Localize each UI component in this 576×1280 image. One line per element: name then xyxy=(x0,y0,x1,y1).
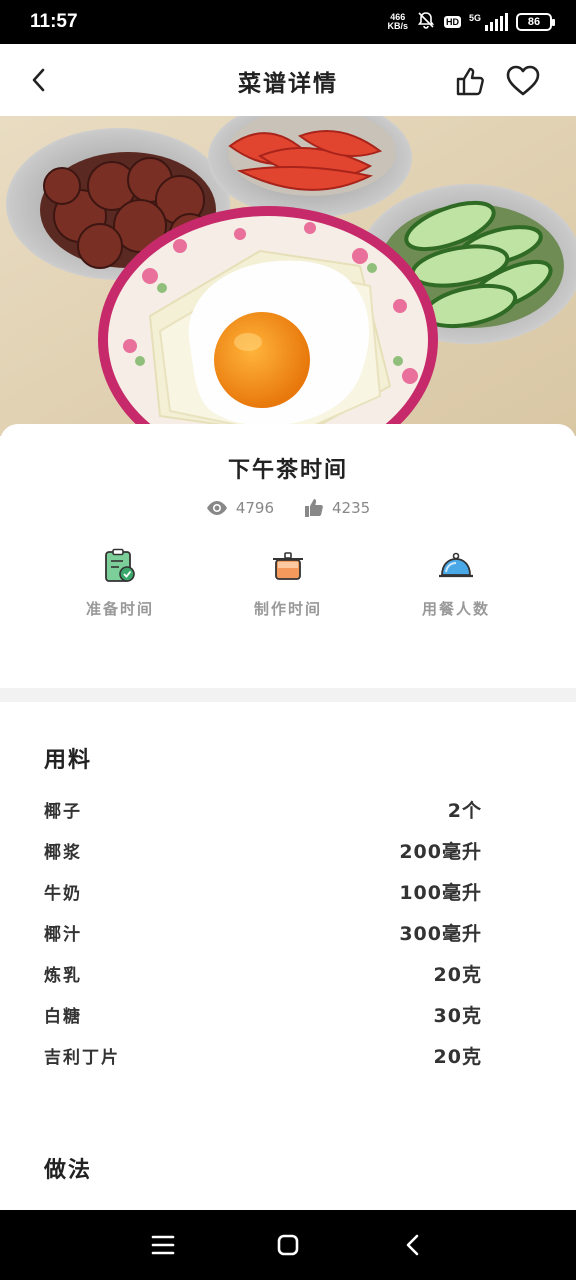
status-indicators: 466 KB/s HD 5G 86 xyxy=(387,10,555,35)
ingredient-amount: 2个 xyxy=(447,799,482,822)
ingredient-name: 椰汁 xyxy=(44,924,82,945)
recipe-title: 下午茶时间 xyxy=(227,458,348,483)
net-speed: 466 KB/s xyxy=(387,13,408,31)
like-count: 4235 xyxy=(304,498,370,518)
ingredients-title: 用料 xyxy=(44,748,93,773)
ingredient-amount: 20克 xyxy=(433,963,482,986)
thumbs-up-small-icon xyxy=(305,499,323,517)
nav-menu-button[interactable] xyxy=(143,1225,183,1265)
method-title: 做法 xyxy=(44,1158,93,1183)
status-time: 11:57 xyxy=(30,11,78,32)
battery-icon: 86 xyxy=(516,13,555,31)
hd-badge: HD xyxy=(443,16,461,28)
ingredient-row: 白糖 30克 xyxy=(44,999,482,1029)
meta-cook-time-label: 制作时间 xyxy=(253,600,322,618)
ingredient-row: 椰子 2个 xyxy=(44,794,482,824)
section-divider xyxy=(0,688,576,702)
ingredient-amount: 200毫升 xyxy=(399,840,482,863)
meta-cook-time: 制作时间 xyxy=(204,548,372,619)
like-count-value: 4235 xyxy=(332,499,371,517)
network-type: 5G xyxy=(468,13,481,23)
ingredient-amount: 30克 xyxy=(433,1004,482,1027)
serving-dish-icon xyxy=(439,552,473,578)
favorite-button[interactable] xyxy=(504,62,542,100)
ingredient-name: 椰子 xyxy=(44,801,82,822)
meta-prep-time-label: 准备时间 xyxy=(85,600,154,618)
ingredient-row: 炼乳 20克 xyxy=(44,958,482,988)
ingredient-amount: 100毫升 xyxy=(399,881,482,904)
ingredient-name: 吉利丁片 xyxy=(44,1047,120,1068)
status-bar: 11:57 466 KB/s HD 5G 86 xyxy=(0,0,576,44)
ingredient-row: 牛奶 100毫升 xyxy=(44,876,482,906)
ingredient-amount: 300毫升 xyxy=(399,922,482,945)
cooking-pot-icon xyxy=(273,552,303,580)
mute-bell-icon xyxy=(416,10,436,35)
recipe-summary-card: 下午茶时间 4796 4235 准备时间 制作时间 用餐人数 xyxy=(0,424,576,688)
like-button[interactable] xyxy=(452,62,490,100)
back-chevron-icon xyxy=(407,1234,419,1256)
ingredient-name: 牛奶 xyxy=(44,883,82,904)
app-bar: 菜谱详情 xyxy=(0,44,576,116)
net-speed-unit: KB/s xyxy=(387,21,408,31)
battery-level: 86 xyxy=(527,16,541,28)
system-nav-bar xyxy=(0,1210,576,1280)
ingredient-row: 椰汁 300毫升 xyxy=(44,917,482,947)
home-square-icon xyxy=(277,1234,299,1256)
thumbs-up-icon xyxy=(456,67,484,96)
recipe-hero-image xyxy=(0,116,576,436)
view-count: 4796 xyxy=(206,498,274,518)
ingredient-row: 椰浆 200毫升 xyxy=(44,835,482,865)
recipe-meta-row: 准备时间 制作时间 用餐人数 xyxy=(0,548,576,619)
ingredient-amount: 20克 xyxy=(433,1045,482,1068)
ingredient-name: 白糖 xyxy=(44,1006,82,1027)
ingredient-name: 椰浆 xyxy=(44,842,82,863)
eye-icon xyxy=(206,501,227,515)
clipboard-timer-icon xyxy=(105,548,135,582)
ingredient-name: 炼乳 xyxy=(44,965,82,986)
signal-icon: 5G xyxy=(469,13,508,31)
nav-home-button[interactable] xyxy=(268,1225,308,1265)
view-count-value: 4796 xyxy=(235,499,274,517)
meta-prep-time: 准备时间 xyxy=(36,548,204,619)
recipe-stats: 4796 4235 xyxy=(0,498,576,518)
ingredient-row: 吉利丁片 20克 xyxy=(44,1040,482,1070)
meta-servings-label: 用餐人数 xyxy=(421,600,490,618)
heart-icon xyxy=(506,65,540,96)
nav-back-button[interactable] xyxy=(393,1225,433,1265)
menu-icon xyxy=(151,1235,174,1255)
meta-servings: 用餐人数 xyxy=(372,548,540,619)
